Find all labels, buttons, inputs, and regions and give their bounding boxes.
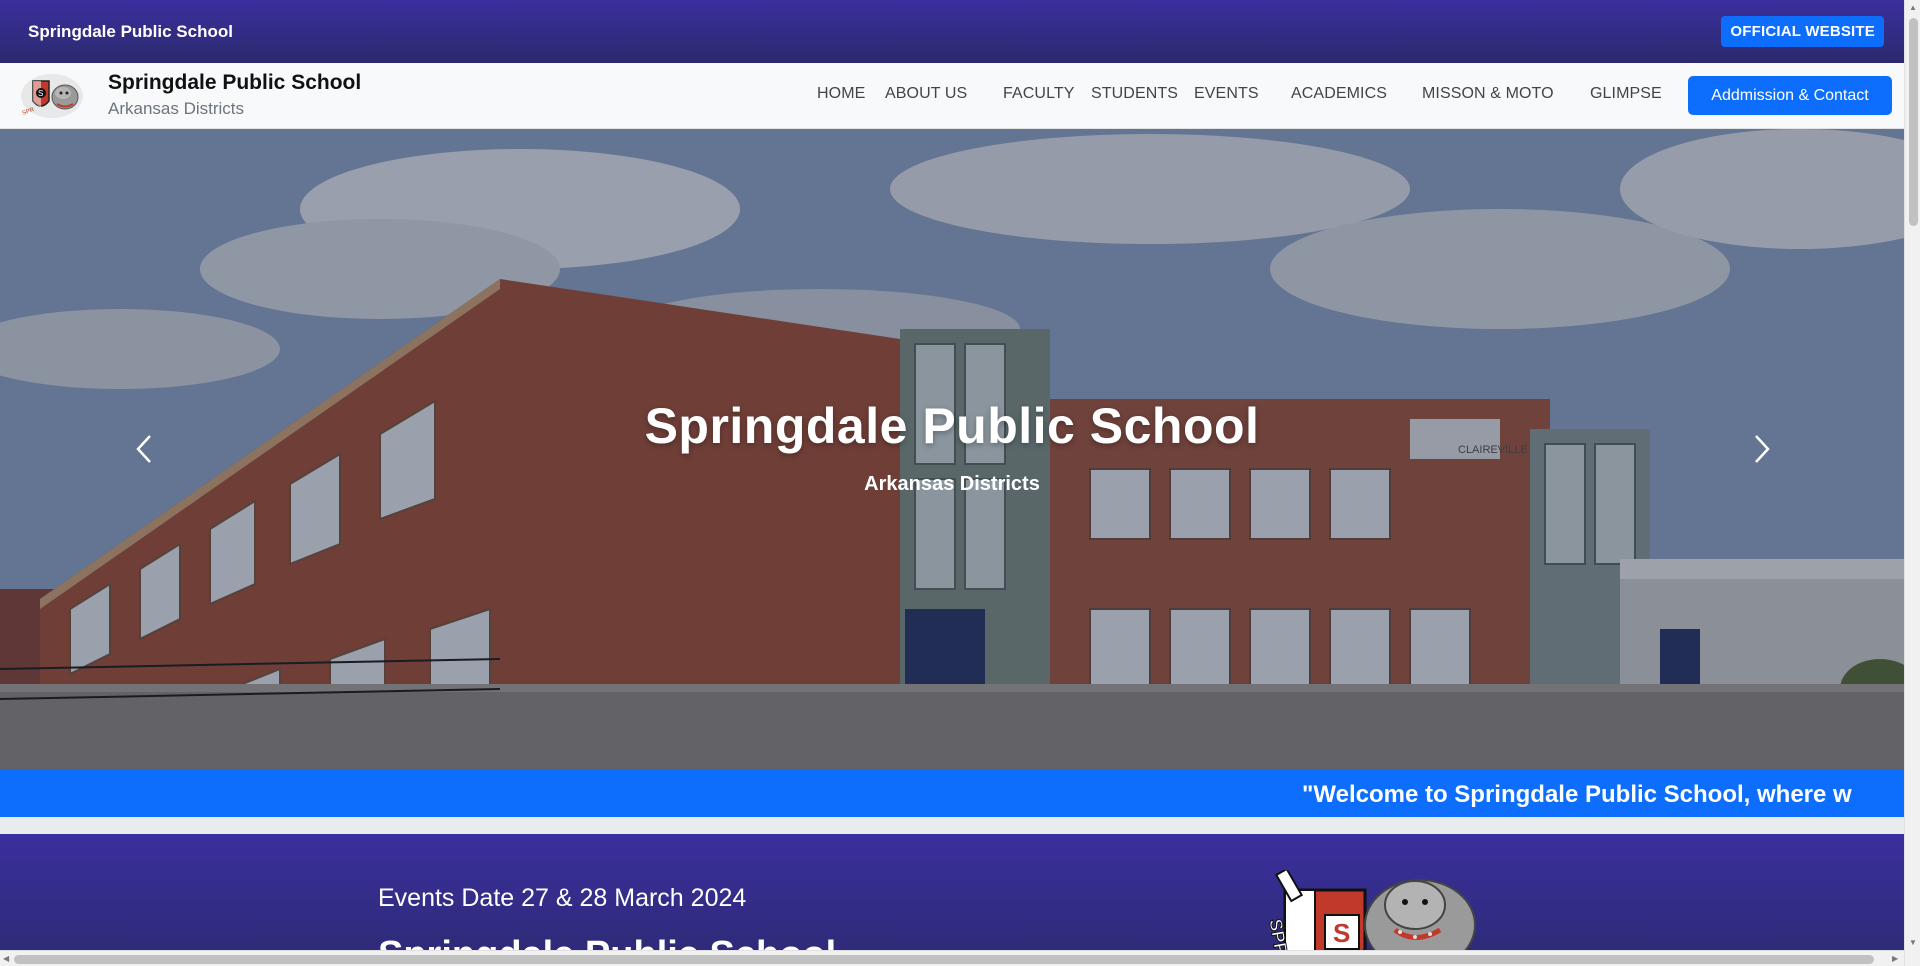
admission-contact-button[interactable]: Addmission & Contact: [1688, 76, 1892, 115]
scroll-left-icon[interactable]: ◀: [3, 954, 9, 963]
navbar: S SPR Springdale Public School Arkansas …: [0, 63, 1904, 129]
welcome-ticker: "Welcome to Springdale Public School, wh…: [0, 769, 1904, 817]
scroll-up-icon[interactable]: ▲: [1909, 3, 1917, 12]
official-website-button[interactable]: OFFICIAL WEBSITE: [1721, 16, 1884, 47]
event-date: Events Date 27 & 28 March 2024: [378, 884, 747, 912]
scroll-down-icon[interactable]: ▼: [1909, 938, 1917, 947]
ticker-text: "Welcome to Springdale Public School, wh…: [1302, 781, 1852, 808]
hero-subtitle: Arkansas Districts: [864, 473, 1040, 495]
bulldog-mascot: S SPR: [1265, 870, 1476, 952]
nav-students[interactable]: STUDENTS: [1091, 85, 1178, 103]
top-bar: Springdale Public School OFFICIAL WEBSIT…: [0, 0, 1904, 63]
hero-caption: Springdale Public School Arkansas Distri…: [0, 397, 1904, 496]
nav-faculty[interactable]: FACULTY: [1003, 85, 1075, 103]
nav-glimpse[interactable]: GLIMPSE: [1590, 85, 1662, 103]
nav-menu: HOME ABOUT US FACULTY STUDENTS EVENTS AC…: [0, 63, 1904, 129]
nav-mission-moto[interactable]: MISSON & MOTO: [1422, 85, 1554, 103]
horizontal-scrollbar[interactable]: ◀ ▶: [0, 950, 1904, 966]
vertical-scroll-thumb[interactable]: [1909, 18, 1918, 226]
vertical-scrollbar[interactable]: ▲ ▼: [1904, 0, 1920, 966]
scroll-right-icon[interactable]: ▶: [1892, 954, 1898, 963]
section-divider: [0, 817, 1904, 834]
top-bar-title: Springdale Public School: [28, 21, 233, 41]
nav-about-us[interactable]: ABOUT US: [885, 85, 967, 103]
horizontal-scroll-thumb[interactable]: [14, 955, 1874, 964]
events-section: Events Date 27 & 28 March 2024 Springdal…: [0, 834, 1904, 952]
hero-carousel: CLAIREVILLE PUBLIC SCHOOL: [0, 129, 1904, 769]
hero-title: Springdale Public School: [644, 398, 1260, 454]
nav-events[interactable]: EVENTS: [1194, 85, 1259, 103]
nav-academics[interactable]: ACADEMICS: [1291, 85, 1387, 103]
nav-home[interactable]: HOME: [817, 85, 865, 103]
svg-text:S: S: [1333, 918, 1350, 948]
